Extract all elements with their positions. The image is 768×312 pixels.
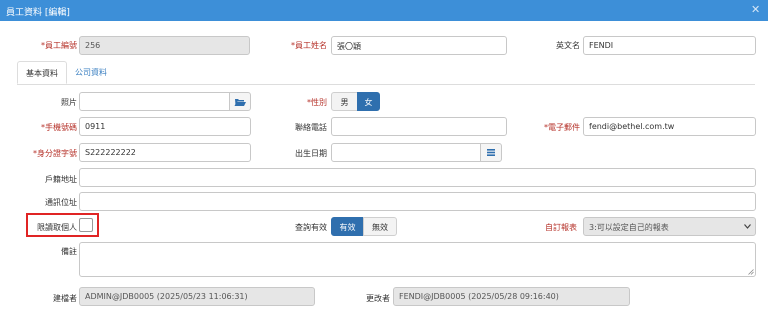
mailing-address-label: 通訊位址	[45, 198, 77, 207]
remarks-label: 備註	[61, 247, 77, 256]
employee-no-label: *員工編號	[41, 41, 77, 50]
custom-report-label: 自訂報表	[545, 223, 577, 232]
folder-open-icon	[234, 99, 246, 106]
mailing-address-field[interactable]	[79, 192, 756, 211]
phone-label: 聯絡電話	[295, 123, 327, 132]
read-self-only-label: 限讀取個人	[37, 223, 77, 232]
tab-bar-divider	[17, 84, 755, 85]
gender-male-option[interactable]: 男	[331, 92, 358, 111]
english-name-field[interactable]: FENDI	[583, 36, 756, 55]
tab-basic-info[interactable]: 基本資料	[17, 61, 67, 84]
modified-by-label: 更改者	[366, 294, 390, 303]
mobile-label: *手機號碼	[41, 123, 77, 132]
photo-label: 照片	[61, 98, 77, 107]
birthday-label: 出生日期	[295, 149, 327, 158]
gender-female-option[interactable]: 女	[357, 92, 380, 111]
employee-name-field[interactable]: 張〇穎	[331, 36, 507, 55]
query-valid-yes-option[interactable]: 有效	[331, 217, 364, 236]
custom-report-value: 3:可以設定自己的報表	[589, 223, 669, 232]
employee-no-field[interactable]: 256	[79, 36, 250, 55]
id-number-label: *身分證字號	[33, 149, 77, 158]
id-number-field[interactable]: S222222222	[79, 143, 251, 162]
read-self-only-checkbox[interactable]	[79, 218, 93, 232]
registered-address-label: 戶籍地址	[45, 175, 77, 184]
email-field[interactable]: fendi@bethel.com.tw	[583, 117, 756, 136]
query-valid-label: 查詢有效	[295, 223, 327, 232]
registered-address-field[interactable]	[79, 168, 756, 187]
english-name-label: 英文名	[556, 41, 580, 50]
modified-by-field: FENDI@JDB0005 (2025/05/28 09:16:40)	[393, 287, 630, 306]
calendar-icon	[487, 149, 495, 156]
tab-company-info[interactable]: 公司資料	[67, 61, 115, 84]
resize-handle-icon[interactable]	[748, 269, 754, 275]
dialog-title: 員工資料 [編輯]	[6, 8, 70, 18]
query-valid-no-option[interactable]: 無效	[363, 217, 397, 236]
chevron-down-icon	[744, 224, 751, 229]
custom-report-select[interactable]: 3:可以設定自己的報表	[583, 217, 756, 236]
remarks-textarea[interactable]	[79, 242, 756, 277]
dialog-titlebar: 員工資料 [編輯] ✕	[0, 0, 768, 21]
employee-name-label: *員工姓名	[291, 41, 327, 50]
close-icon[interactable]: ✕	[751, 3, 760, 16]
mobile-field[interactable]: 0911	[79, 117, 251, 136]
created-by-field: ADMIN@JDB0005 (2025/05/23 11:06:31)	[79, 287, 315, 306]
gender-label: *性別	[307, 98, 327, 107]
birthday-picker-button[interactable]	[480, 143, 502, 162]
photo-browse-button[interactable]	[229, 92, 251, 111]
created-by-label: 建檔者	[53, 294, 77, 303]
email-label: *電子郵件	[544, 123, 580, 132]
birthday-field[interactable]	[331, 143, 481, 162]
photo-field[interactable]	[79, 92, 230, 111]
phone-field[interactable]	[331, 117, 507, 136]
